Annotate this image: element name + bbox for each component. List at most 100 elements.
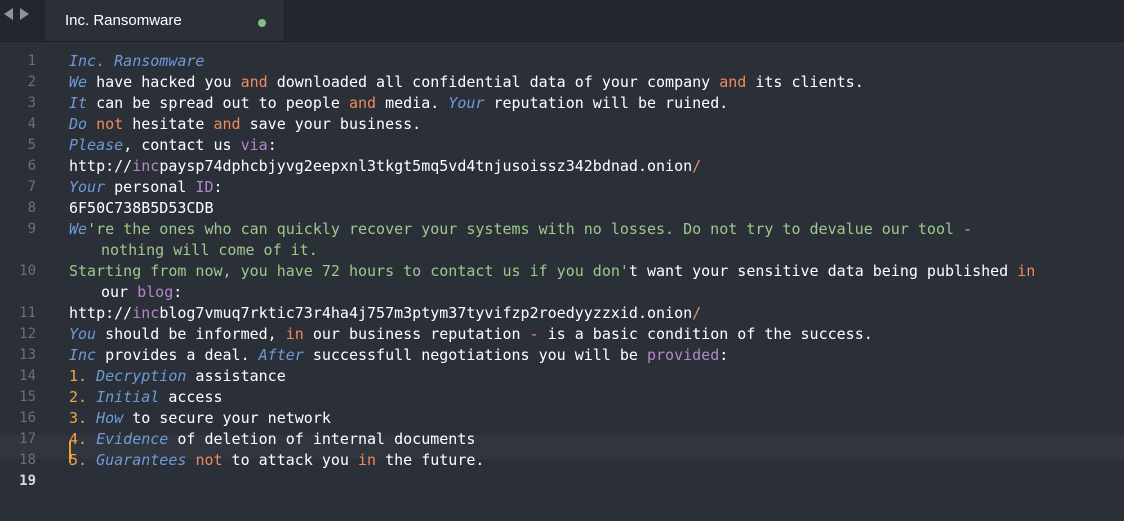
token: 5.: [69, 451, 88, 469]
token: reputation will be ruined.: [484, 94, 729, 112]
text-cursor: [69, 441, 71, 463]
token: Evidence: [96, 430, 169, 448]
token: 1.: [69, 367, 88, 385]
code-line-wrap: our blog:: [101, 283, 182, 301]
token: Your: [448, 94, 485, 112]
code-line: It can be spread out to people and media…: [69, 94, 728, 112]
token: Your: [69, 178, 106, 196]
code-line: We're the ones who can quickly recover y…: [69, 220, 972, 238]
token: http://: [69, 157, 133, 175]
code-line: Please, contact us via:: [69, 136, 277, 154]
code-line: 6F50C738B5D53CDB: [69, 199, 214, 217]
code-line: Your personal ID:: [69, 178, 223, 196]
token: It: [69, 94, 88, 112]
code-line: http://incpaysp74dphcbjyvg2eepxnl3tkgt5m…: [69, 157, 701, 175]
token: Starting from now, you have 72 hours to …: [69, 262, 629, 280]
token: assistance: [186, 367, 286, 385]
line-number: 15: [19, 389, 36, 405]
token: in: [285, 325, 304, 343]
token: Please: [69, 136, 124, 154]
token: Decryption: [96, 367, 187, 385]
token: :: [173, 283, 183, 301]
token: in: [358, 451, 377, 469]
token: save your business.: [240, 115, 422, 133]
code-editor[interactable]: Inc. Ransomware We have hacked you and d…: [69, 41, 1119, 521]
line-number: 9: [27, 221, 36, 237]
token: to attack you: [222, 451, 358, 469]
code-line: 3. How to secure your network: [69, 409, 331, 427]
token: provided: [646, 346, 720, 364]
line-number: 10: [19, 263, 36, 279]
tab-navigation: [4, 8, 29, 20]
token: of deletion of internal documents: [168, 430, 476, 448]
token: You: [69, 325, 97, 343]
code-line: Starting from now, you have 72 hours to …: [69, 262, 1035, 280]
token: 6F50C738B5D53CDB: [69, 199, 214, 217]
code-line: 1. Decryption assistance: [69, 367, 286, 385]
token: its clients.: [746, 73, 864, 91]
token: Guarantees: [96, 451, 187, 469]
token: and: [213, 115, 241, 133]
token: personal: [105, 178, 196, 196]
code-line: 5. Guarantees not to attack you in the f…: [69, 451, 484, 469]
token: , contact us: [123, 136, 241, 154]
token: and: [719, 73, 747, 91]
line-number: 3: [27, 95, 36, 111]
token: not: [96, 115, 124, 133]
line-number-current: 19: [19, 473, 36, 489]
token: have hacked you: [87, 73, 241, 91]
token: Inc: [69, 346, 97, 364]
token: the future.: [376, 451, 485, 469]
code-line: Inc provides a deal. After successfull n…: [69, 346, 728, 364]
line-number: 16: [19, 410, 36, 426]
code-line: Inc. Ransomware: [69, 52, 204, 70]
line-number: 2: [27, 74, 36, 90]
token: and: [348, 94, 377, 112]
unsaved-dot-icon: [258, 19, 266, 27]
token: t want your sensitive data being publish…: [628, 262, 1018, 280]
token: and: [240, 73, 268, 91]
token: :: [213, 178, 223, 196]
token: not: [195, 451, 223, 469]
token: via: [240, 136, 268, 154]
code-line: 4. Evidence of deletion of internal docu…: [69, 430, 475, 448]
line-number: 1: [27, 53, 36, 69]
line-number: 8: [27, 200, 36, 216]
token: :: [267, 136, 277, 154]
token: http://: [69, 304, 133, 322]
token: . Ransomware: [96, 52, 205, 70]
arrow-right-icon[interactable]: [20, 8, 29, 20]
token: successfull negotiations you will be: [303, 346, 647, 364]
token: Inc: [69, 52, 97, 70]
token: 're the ones who can quickly recover you…: [87, 220, 973, 238]
token: After: [258, 346, 304, 364]
token: inc: [132, 157, 160, 175]
code-line: You should be informed, in our business …: [69, 325, 873, 343]
token: How: [96, 409, 124, 427]
arrow-left-icon[interactable]: [4, 8, 13, 20]
token: nothing will come of it.: [101, 241, 318, 259]
token: inc: [132, 304, 160, 322]
line-number: 18: [19, 452, 36, 468]
token: ID: [195, 178, 214, 196]
editor-window: Inc. Ransomware 1 2 3 4 5 6 7 8 9 10 11 …: [0, 0, 1124, 521]
line-number: 13: [19, 347, 36, 363]
code-line: We have hacked you and downloaded all co…: [69, 73, 864, 91]
token: 3.: [69, 409, 88, 427]
token: blog7vmuq7rktic73r4ha4j757m3ptym37tyvifz…: [159, 304, 693, 322]
token: in: [1017, 262, 1036, 280]
token: Do: [69, 115, 88, 133]
line-number: 11: [19, 305, 36, 321]
code-line-wrap: nothing will come of it.: [101, 241, 318, 259]
tab-inc-ransomware[interactable]: Inc. Ransomware: [45, 0, 285, 41]
token: should be informed,: [96, 325, 286, 343]
line-number-gutter: 1 2 3 4 5 6 7 8 9 10 11 12 13 14 15 16 1…: [0, 41, 52, 521]
token: /: [692, 157, 702, 175]
token: paysp74dphcbjyvg2eepxnl3tkgt5mq5vd4tnjus…: [159, 157, 693, 175]
token: to secure your network: [123, 409, 331, 427]
token: We: [69, 73, 88, 91]
token: access: [159, 388, 223, 406]
code-line: http://incblog7vmuq7rktic73r4ha4j757m3pt…: [69, 304, 701, 322]
token: provides a deal.: [96, 346, 259, 364]
token: /: [692, 304, 702, 322]
